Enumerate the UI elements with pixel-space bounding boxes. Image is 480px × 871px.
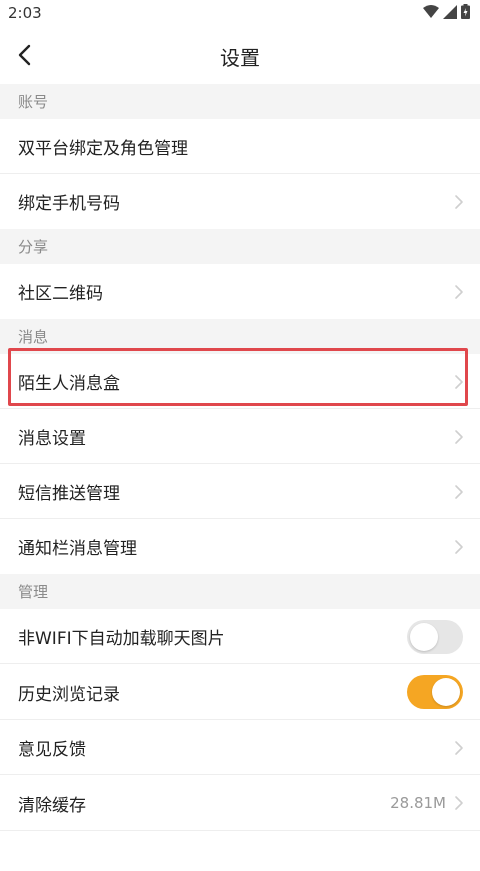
page-title: 设置	[220, 46, 260, 70]
row-sms-push[interactable]: 短信推送管理	[0, 464, 480, 519]
row-label: 绑定手机号码	[18, 194, 120, 214]
chevron-right-icon	[455, 374, 463, 389]
nav-bar: 设置	[0, 26, 480, 84]
row-feedback[interactable]: 意见反馈	[0, 720, 480, 775]
row-label: 短信推送管理	[18, 484, 120, 504]
row-partial-cutoff	[0, 831, 480, 871]
row-label: 双平台绑定及角色管理	[18, 139, 188, 159]
chevron-right-icon	[455, 429, 463, 444]
section-header-message: 消息	[0, 319, 480, 354]
row-label: 陌生人消息盒	[18, 374, 120, 394]
row-label: 社区二维码	[18, 284, 103, 304]
row-non-wifi-images[interactable]: 非WIFI下自动加载聊天图片	[0, 609, 480, 664]
chevron-right-icon	[455, 284, 463, 299]
section-header-share: 分享	[0, 229, 480, 264]
chevron-right-icon	[455, 740, 463, 755]
section-header-account: 账号	[0, 84, 480, 119]
status-bar: 2:03	[0, 0, 480, 26]
row-community-qr[interactable]: 社区二维码	[0, 264, 480, 319]
signal-icon	[443, 4, 457, 19]
status-time: 2:03	[8, 4, 42, 22]
chevron-right-icon	[455, 194, 463, 209]
toggle-knob	[410, 622, 438, 651]
row-stranger-message-box[interactable]: 陌生人消息盒	[0, 354, 480, 409]
row-label: 通知栏消息管理	[18, 539, 137, 559]
toggle-knob	[432, 678, 460, 706]
row-label: 消息设置	[18, 429, 86, 449]
chevron-right-icon	[455, 796, 463, 810]
status-icons	[423, 4, 470, 19]
row-message-settings[interactable]: 消息设置	[0, 409, 480, 464]
chevron-right-icon	[455, 484, 463, 499]
cache-size-value: 28.81M	[390, 794, 446, 812]
browse-history-toggle[interactable]	[407, 675, 463, 709]
row-clear-cache[interactable]: 清除缓存 28.81M	[0, 775, 480, 831]
row-label: 意见反馈	[18, 740, 86, 760]
row-notification-bar[interactable]: 通知栏消息管理	[0, 519, 480, 574]
row-dual-platform-binding[interactable]: 双平台绑定及角色管理	[0, 119, 480, 174]
section-header-manage: 管理	[0, 574, 480, 609]
row-bind-phone[interactable]: 绑定手机号码	[0, 174, 480, 229]
wifi-icon	[423, 4, 439, 18]
non-wifi-images-toggle[interactable]	[407, 619, 463, 654]
chevron-right-icon	[455, 539, 463, 554]
battery-icon	[461, 4, 470, 19]
row-browse-history[interactable]: 历史浏览记录	[0, 664, 480, 720]
